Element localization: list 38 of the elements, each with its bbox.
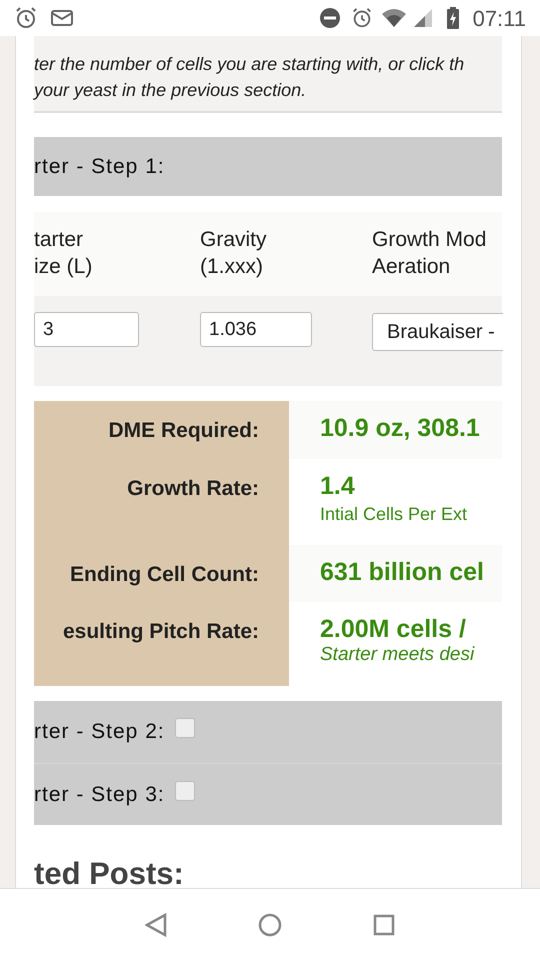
input-field[interactable]: 1.036 bbox=[200, 312, 312, 347]
result-note: Starter meets desi bbox=[320, 644, 476, 666]
signal-icon bbox=[412, 8, 433, 28]
alarm-icon bbox=[14, 6, 38, 30]
alarm-icon bbox=[350, 7, 373, 29]
home-icon[interactable] bbox=[258, 912, 282, 936]
result-label: Growth Rate: bbox=[127, 476, 259, 502]
column-heading: Growth Mod bbox=[372, 227, 488, 253]
step-checkbox[interactable] bbox=[174, 718, 195, 738]
intro-text: ter the number of cells you are starting with, or click th bbox=[34, 53, 466, 76]
column-heading: tarter bbox=[34, 227, 84, 253]
result-value: 10.9 oz, 308.1 bbox=[320, 413, 481, 443]
input-field[interactable]: 3 bbox=[34, 312, 139, 347]
result-value: 631 billion cel bbox=[320, 557, 485, 587]
intro-text: your yeast in the previous section. bbox=[34, 79, 308, 102]
result-label: Ending Cell Count: bbox=[70, 562, 259, 588]
column-heading: (1.xxx) bbox=[200, 254, 264, 280]
result-value: 2.00M cells / bbox=[320, 614, 467, 644]
related-posts-heading: ted Posts: bbox=[34, 855, 185, 888]
recents-icon[interactable] bbox=[372, 914, 395, 936]
battery-charging-icon bbox=[446, 7, 459, 29]
result-label: DME Required: bbox=[108, 418, 259, 444]
dropdown[interactable]: Braukaiser - bbox=[372, 313, 503, 351]
step-title: rter - Step 1: bbox=[34, 154, 165, 180]
column-heading: Aeration bbox=[372, 254, 452, 280]
back-icon[interactable] bbox=[145, 912, 168, 936]
column-heading: Gravity bbox=[200, 227, 268, 253]
result-value: 1.4 bbox=[320, 471, 356, 501]
result-label: esulting Pitch Rate: bbox=[62, 619, 259, 645]
do-not-disturb-icon bbox=[318, 7, 341, 29]
result-note: Intial Cells Per Ext bbox=[320, 503, 468, 526]
clock-time: 07:11 bbox=[472, 4, 526, 32]
step-checkbox[interactable] bbox=[174, 780, 195, 800]
step-title: rter - Step 3: bbox=[34, 782, 165, 808]
mail-icon bbox=[50, 8, 74, 28]
column-heading: ize (L) bbox=[34, 254, 94, 280]
wifi-icon bbox=[380, 8, 407, 28]
step-title: rter - Step 2: bbox=[34, 719, 165, 746]
